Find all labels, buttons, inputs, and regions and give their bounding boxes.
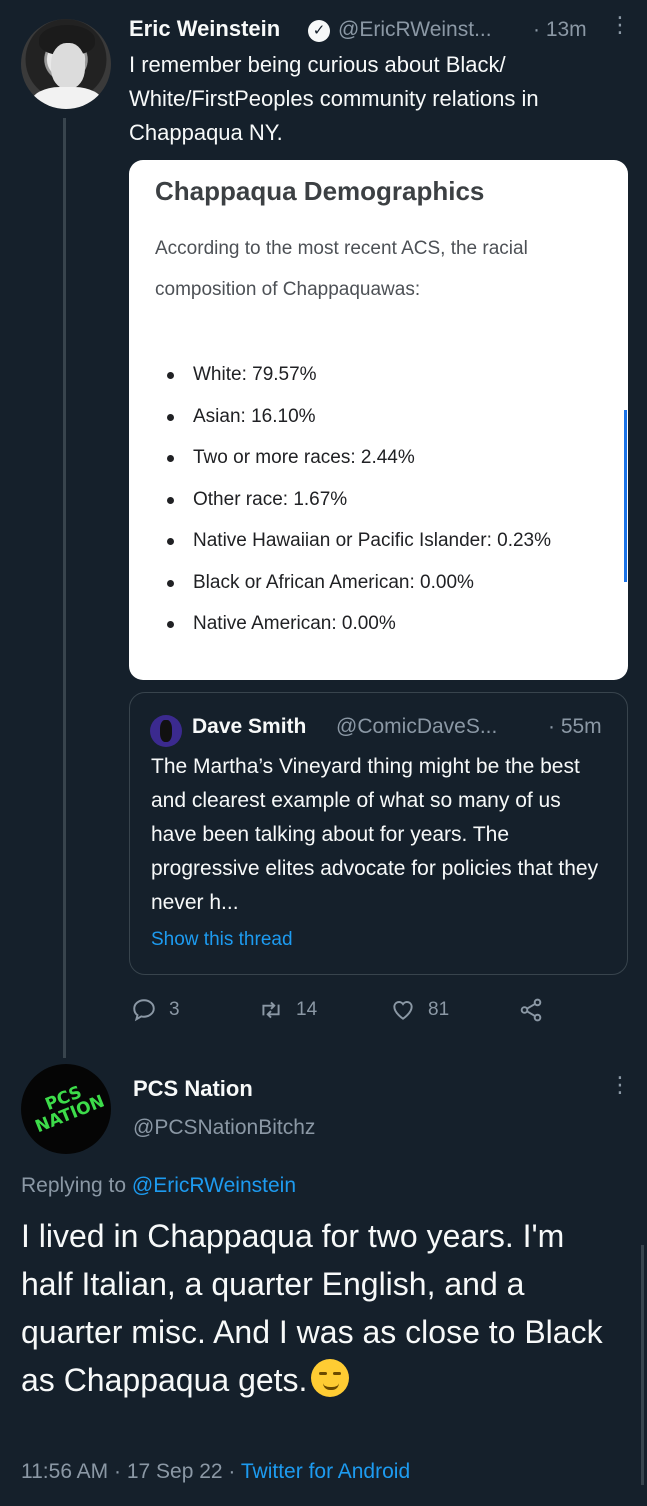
author-name[interactable]: Eric Weinstein bbox=[129, 16, 280, 42]
more-options-icon[interactable]: ⋮ bbox=[609, 1074, 631, 1096]
list-item: Native Hawaiian or Pacific Islander: 0.2… bbox=[155, 520, 615, 562]
share-icon bbox=[520, 998, 542, 1022]
tweet-metadata: 11:56 AM · 17 Sep 22 · Twitter for Andro… bbox=[21, 1460, 410, 1484]
list-item: Two or more races: 2.44% bbox=[155, 437, 615, 479]
author-name[interactable]: PCS Nation bbox=[133, 1076, 253, 1102]
card-scrollbar bbox=[624, 410, 627, 582]
list-item: Black or African American: 0.00% bbox=[155, 562, 615, 604]
quoted-tweet-text: The Martha’s Vineyard thing might be the… bbox=[151, 755, 599, 914]
like-count: 81 bbox=[428, 999, 450, 1020]
heart-icon bbox=[393, 1001, 413, 1020]
list-item: Other race: 1.67% bbox=[155, 479, 615, 521]
quoted-tweet-time: · 55m bbox=[548, 715, 602, 738]
avatar-eric-weinstein[interactable] bbox=[21, 19, 111, 109]
list-item: Asian: 16.10% bbox=[155, 396, 615, 438]
verified-badge-icon: ✓ bbox=[308, 20, 330, 42]
client-link[interactable]: Twitter for Android bbox=[241, 1460, 410, 1483]
reply-count: 3 bbox=[169, 999, 180, 1020]
smirking-face-emoji-icon bbox=[311, 1359, 350, 1397]
reply-icon bbox=[133, 999, 155, 1022]
retweet-icon bbox=[262, 1001, 280, 1019]
retweet-count: 14 bbox=[296, 999, 318, 1020]
card-title: Chappaqua Demographics bbox=[155, 176, 485, 206]
replying-to: Replying to @EricRWeinstein bbox=[21, 1174, 296, 1197]
attached-image-card[interactable]: Chappaqua Demographics According to the … bbox=[129, 160, 628, 680]
like-button[interactable]: 81 bbox=[390, 996, 449, 1024]
bullet-icon bbox=[167, 538, 174, 545]
tweet-text: I remember being curious about Black/ Wh… bbox=[129, 52, 539, 145]
tweet-timestamp[interactable]: 11:56 AM · 17 Sep 22 · bbox=[21, 1460, 235, 1483]
author-handle[interactable]: @EricRWeinst... bbox=[338, 18, 492, 42]
tweet-text: I lived in Chappaqua for two years. I'm … bbox=[21, 1218, 603, 1398]
avatar-dave-smith[interactable] bbox=[150, 715, 182, 747]
avatar-pcs-nation[interactable]: PCS NATION bbox=[21, 1064, 111, 1154]
bullet-icon bbox=[167, 496, 174, 504]
quoted-tweet[interactable]: Dave Smith @ComicDaveS... · 55m The Mart… bbox=[129, 692, 628, 975]
reply-button[interactable]: 3 bbox=[131, 996, 180, 1024]
page-scrollbar[interactable] bbox=[641, 1245, 644, 1485]
share-button[interactable] bbox=[518, 996, 556, 1024]
bullet-icon bbox=[167, 372, 174, 379]
quoted-author-handle: @ComicDaveS... bbox=[336, 715, 498, 738]
bullet-icon bbox=[167, 455, 174, 462]
pcs-nation-logo: PCS NATION bbox=[32, 1082, 108, 1138]
bullet-icon bbox=[167, 413, 174, 421]
retweet-button[interactable]: 14 bbox=[258, 996, 317, 1024]
card-description: According to the most recent ACS, the ra… bbox=[155, 238, 528, 300]
quoted-author-name: Dave Smith bbox=[192, 715, 307, 738]
bullet-icon bbox=[167, 579, 174, 587]
author-handle[interactable]: @PCSNationBitchz bbox=[133, 1116, 315, 1140]
thread-connector-line bbox=[63, 118, 66, 1058]
mention-link[interactable]: @EricRWeinstein bbox=[132, 1174, 296, 1197]
show-thread-link[interactable]: Show this thread bbox=[151, 929, 293, 951]
list-item: White: 79.57% bbox=[155, 354, 615, 396]
more-options-icon[interactable]: ⋮ bbox=[609, 14, 631, 36]
demographics-list: White: 79.57% Asian: 16.10% Two or more … bbox=[155, 354, 615, 645]
bullet-icon bbox=[167, 621, 174, 628]
tweet-time[interactable]: · 13m bbox=[533, 18, 587, 42]
list-item: Native American: 0.00% bbox=[155, 603, 615, 645]
